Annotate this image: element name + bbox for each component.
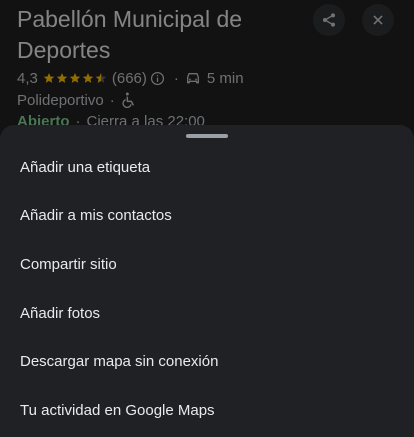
screen: Pabellón Municipal de Deportes 4,3 (666)…: [0, 0, 414, 437]
menu-item-share-place[interactable]: Compartir sitio: [0, 240, 414, 289]
drag-handle[interactable]: [186, 134, 228, 138]
menu-item-add-to-contacts[interactable]: Añadir a mis contactos: [0, 192, 414, 241]
menu-item-your-activity[interactable]: Tu actividad en Google Maps: [0, 386, 414, 435]
menu-item-add-photos[interactable]: Añadir fotos: [0, 289, 414, 338]
menu-item-add-label[interactable]: Añadir una etiqueta: [0, 143, 414, 192]
options-bottom-sheet: Añadir una etiqueta Añadir a mis contact…: [0, 125, 414, 437]
menu-item-download-offline-map[interactable]: Descargar mapa sin conexión: [0, 337, 414, 386]
options-menu: Añadir una etiqueta Añadir a mis contact…: [0, 143, 414, 435]
